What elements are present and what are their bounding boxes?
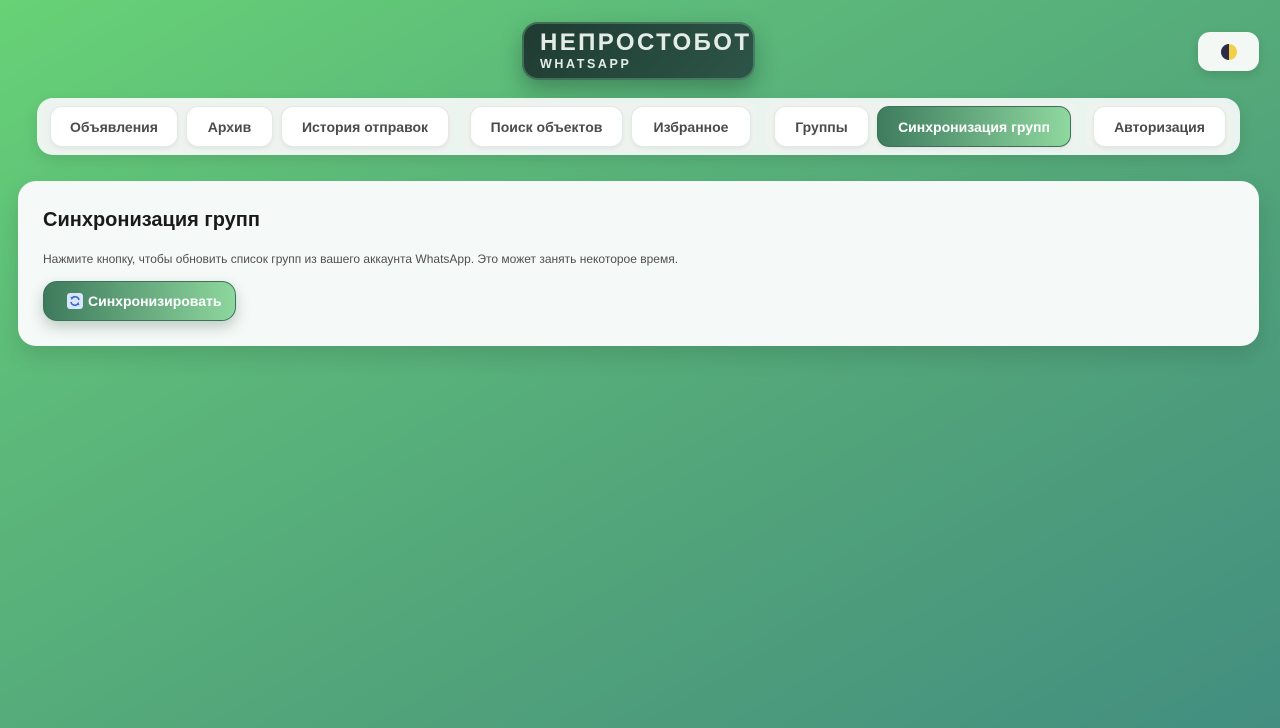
tab-groups[interactable]: Группы — [774, 106, 869, 147]
theme-toggle-button[interactable] — [1198, 32, 1259, 71]
tab-object-search[interactable]: Поиск объектов — [470, 106, 623, 147]
tab-ads[interactable]: Объявления — [50, 106, 178, 147]
sync-button[interactable]: Синхронизировать — [43, 281, 236, 321]
tab-archive[interactable]: Архив — [186, 106, 273, 147]
sync-card: Синхронизация групп Нажмите кнопку, чтоб… — [18, 181, 1259, 346]
logo-title: НЕПРОСТОБОТ — [540, 29, 752, 56]
app-logo: НЕПРОСТОБОТ WHATSAPP — [522, 22, 755, 80]
sync-description: Нажмите кнопку, чтобы обновить список гр… — [43, 252, 679, 266]
sync-button-label: Синхронизировать — [88, 293, 222, 309]
tab-send-history[interactable]: История отправок — [281, 106, 449, 147]
logo-subtitle: WHATSAPP — [540, 57, 632, 71]
main-navigation: Объявления Архив История отправок Поиск … — [37, 98, 1240, 155]
tab-group-sync[interactable]: Синхронизация групп — [877, 106, 1071, 147]
tab-authorization[interactable]: Авторизация — [1093, 106, 1226, 147]
half-moon-icon — [1220, 43, 1237, 60]
tab-favorites[interactable]: Избранное — [631, 106, 751, 147]
page-title: Синхронизация групп — [43, 209, 260, 231]
refresh-icon — [67, 293, 83, 309]
